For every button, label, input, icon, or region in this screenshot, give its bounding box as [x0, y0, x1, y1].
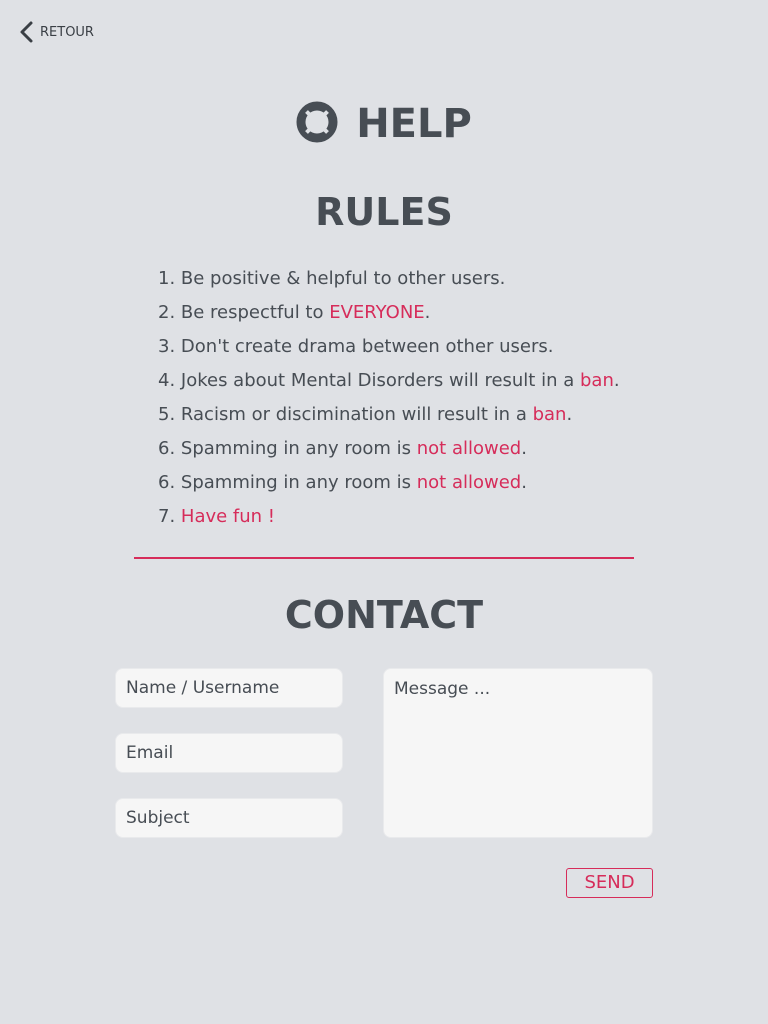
rule-item: 2. Be respectful to EVERYONE. [158, 302, 431, 323]
page-title: HELP [356, 101, 472, 147]
rule-item: 4. Jokes about Mental Disorders will res… [158, 370, 620, 391]
send-button[interactable]: SEND [566, 868, 653, 898]
name-input[interactable] [115, 668, 343, 708]
rule-item: 7. Have fun ! [158, 506, 276, 527]
lifebuoy-icon [296, 101, 338, 147]
email-input[interactable] [115, 733, 343, 773]
chevron-left-icon [18, 20, 36, 44]
back-button[interactable]: RETOUR [18, 20, 94, 44]
rule-item: 5. Racism or discimination will result i… [158, 404, 573, 425]
subject-input[interactable] [115, 798, 343, 838]
rule-item: 6. Spamming in any room is not allowed. [158, 472, 527, 493]
rules-list: 1. Be positive & helpful to other users.… [158, 262, 620, 534]
message-textarea[interactable] [383, 668, 653, 838]
rule-item: 1. Be positive & helpful to other users. [158, 268, 506, 289]
section-divider [134, 557, 634, 559]
contact-heading: CONTACT [284, 593, 484, 637]
help-header: HELP [0, 98, 768, 150]
back-label: RETOUR [40, 24, 94, 40]
rules-heading: RULES [315, 190, 453, 234]
rule-item: 3. Don't create drama between other user… [158, 336, 554, 357]
rule-item: 6. Spamming in any room is not allowed. [158, 438, 527, 459]
